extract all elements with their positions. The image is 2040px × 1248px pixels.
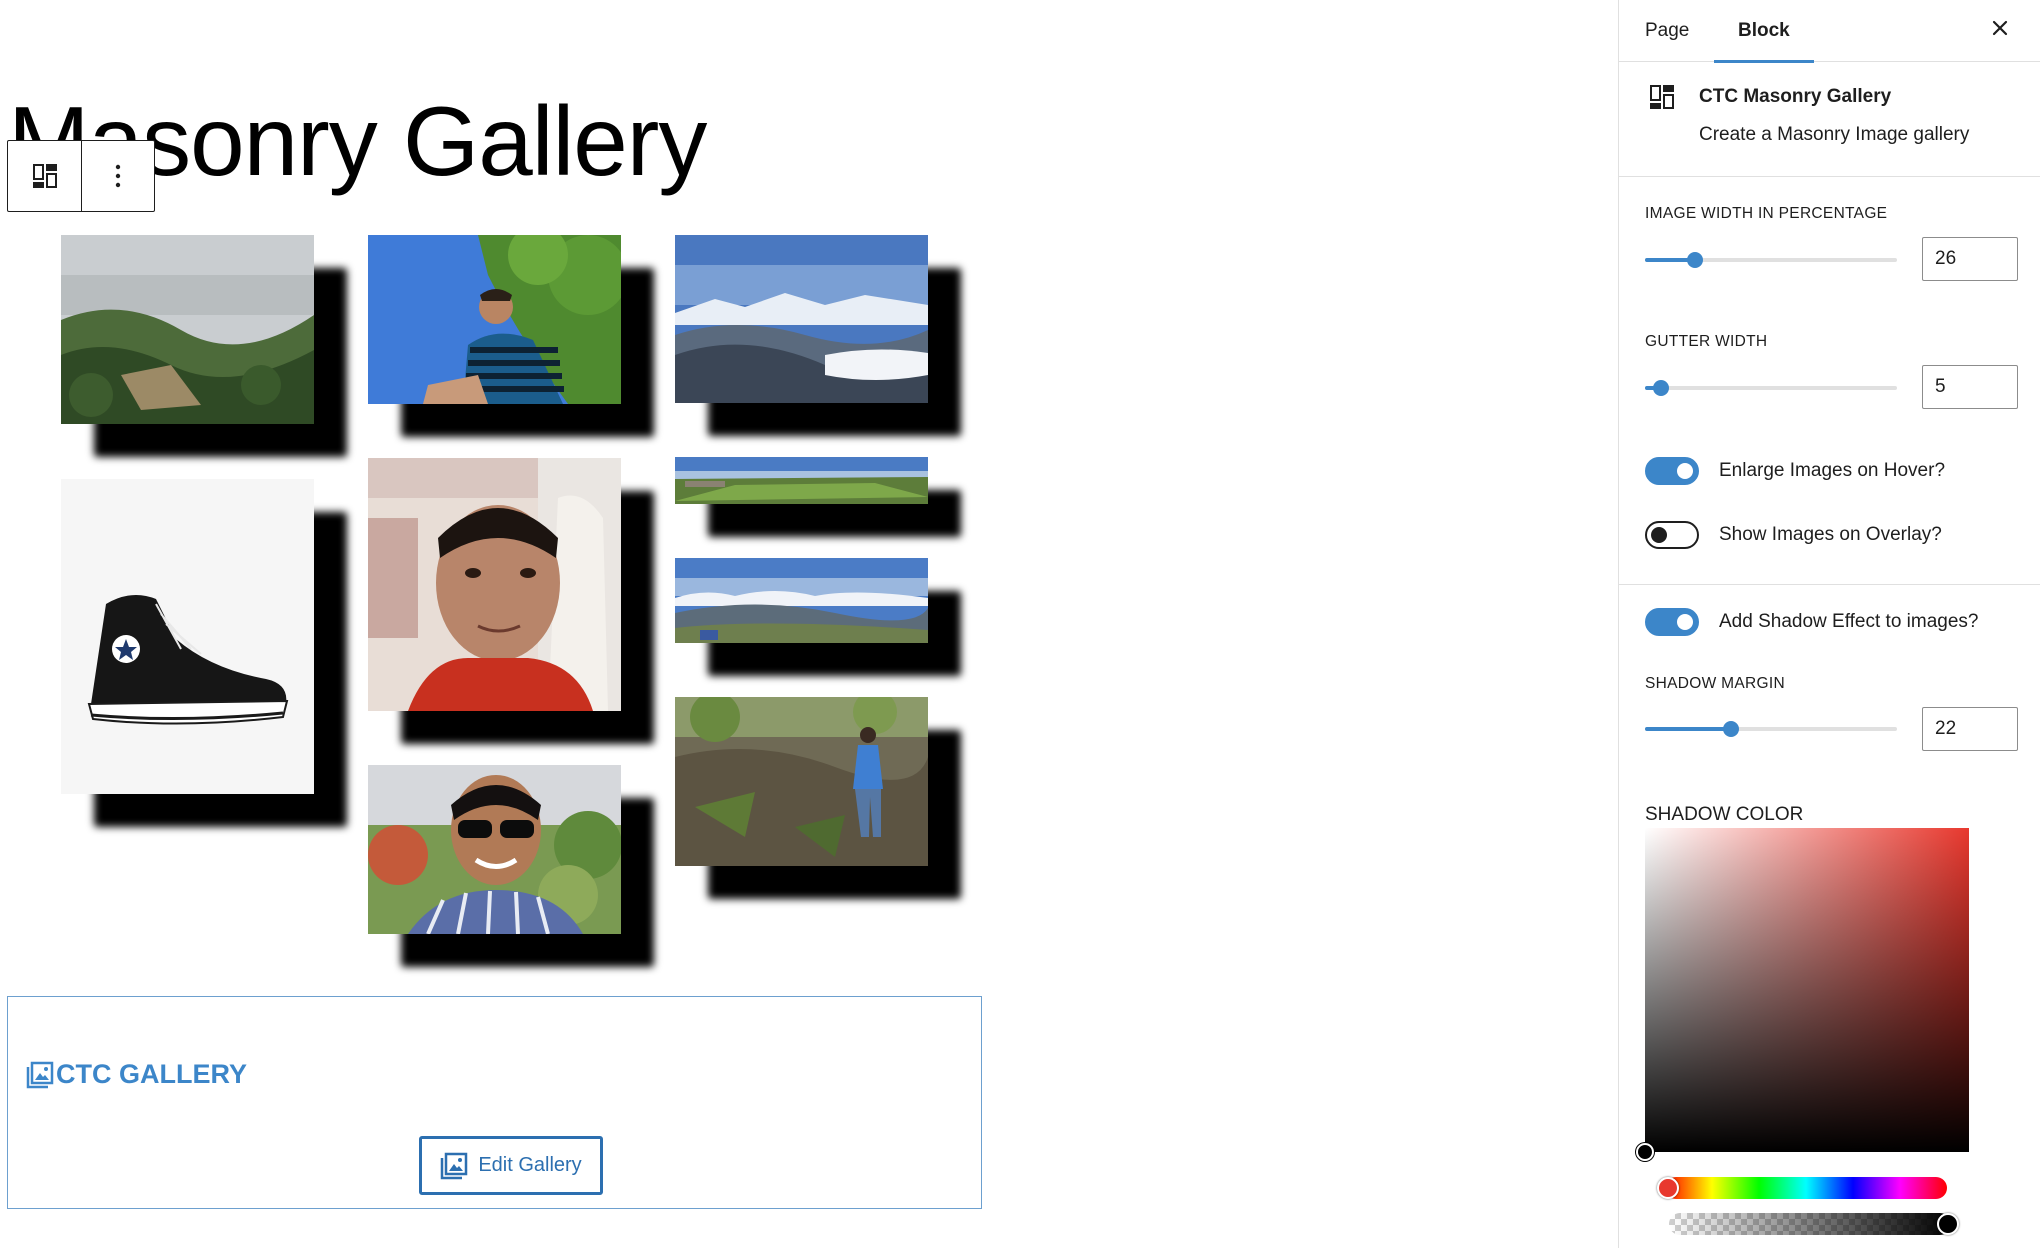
shadow-color-label: SHADOW COLOR [1645, 804, 1804, 825]
gutter-width-input[interactable] [1922, 365, 2018, 409]
toggle-switch[interactable] [1645, 521, 1699, 549]
gallery-item[interactable] [675, 697, 961, 899]
color-picker-thumb[interactable] [1636, 1143, 1654, 1161]
alpha-slider-thumb[interactable] [1937, 1213, 1959, 1235]
gallery-image-sneaker[interactable] [61, 479, 314, 794]
gallery-image-snow-mountains[interactable] [675, 235, 928, 403]
block-type-button[interactable] [8, 141, 81, 211]
gallery-item[interactable] [61, 479, 347, 827]
alpha-slider[interactable] [1669, 1213, 1959, 1235]
gallery-item[interactable] [675, 457, 961, 537]
block-card-title: CTC Masonry Gallery [1699, 86, 1892, 107]
block-options-button[interactable] [81, 141, 154, 211]
image-width-input[interactable] [1922, 237, 2018, 281]
enlarge-on-hover-toggle[interactable]: Enlarge Images on Hover? [1645, 457, 1945, 485]
block-card-description: Create a Masonry Image gallery [1699, 124, 1970, 145]
image-width-slider[interactable] [1645, 245, 1897, 275]
masonry-grid-icon [1650, 85, 1674, 109]
gallery-item[interactable] [368, 458, 654, 744]
gallery-image-panorama-hills[interactable] [675, 558, 928, 643]
slider-thumb[interactable] [1722, 721, 1739, 737]
show-overlay-label: Show Images on Overlay? [1719, 524, 1942, 545]
hue-slider[interactable] [1657, 1177, 1947, 1199]
divider [1619, 584, 2040, 585]
close-icon [1992, 20, 2008, 36]
gallery-item[interactable] [368, 235, 654, 437]
gallery-item[interactable] [368, 765, 654, 967]
gallery-image-selfie[interactable] [368, 458, 621, 711]
editor-canvas: Masonry Gallery CTC GALLERY Edit Gallery [0, 0, 1618, 1248]
slider-thumb[interactable] [1653, 380, 1670, 396]
close-sidebar-button[interactable] [1986, 14, 2014, 42]
gallery-item[interactable] [61, 235, 347, 457]
settings-sidebar: Page Block CTC Masonry Gallery Create a … [1618, 0, 2040, 1248]
gallery-image-man-sunglasses[interactable] [368, 765, 621, 934]
block-toolbar [7, 140, 155, 212]
shadow-effect-label: Add Shadow Effect to images? [1719, 611, 1979, 632]
toggle-switch[interactable] [1645, 457, 1699, 485]
hue-slider-thumb[interactable] [1657, 1177, 1679, 1199]
masonry-grid-icon [32, 164, 57, 188]
enlarge-on-hover-label: Enlarge Images on Hover? [1719, 460, 1946, 481]
gutter-width-label: GUTTER WIDTH [1645, 333, 1768, 350]
gutter-width-slider[interactable] [1645, 373, 1897, 403]
divider [1619, 176, 2040, 177]
edit-gallery-button[interactable]: Edit Gallery [419, 1136, 603, 1195]
image-width-label: IMAGE WIDTH IN PERCENTAGE [1645, 205, 1888, 222]
ctc-gallery-title: CTC GALLERY [56, 1059, 247, 1089]
tab-page[interactable]: Page [1645, 0, 1689, 62]
show-overlay-toggle[interactable]: Show Images on Overlay? [1645, 521, 1942, 549]
edit-gallery-label: Edit Gallery [478, 1154, 582, 1176]
toggle-switch[interactable] [1645, 608, 1699, 636]
gallery-image-forest-hills[interactable] [61, 235, 314, 424]
shadow-margin-label: SHADOW MARGIN [1645, 675, 1785, 692]
slider-thumb[interactable] [1687, 252, 1704, 268]
color-saturation-picker[interactable] [1636, 828, 1969, 1161]
gallery-item[interactable] [675, 558, 961, 676]
gallery-image-man-slope[interactable] [675, 697, 928, 866]
ctc-gallery-heading: CTC GALLERY [26, 1059, 247, 1090]
gallery-icon [441, 1152, 468, 1179]
gallery-icon [26, 1061, 54, 1088]
gallery-item[interactable] [675, 235, 961, 436]
shadow-effect-toggle[interactable]: Add Shadow Effect to images? [1645, 608, 1978, 636]
tab-block[interactable]: Block [1714, 0, 1814, 63]
more-vertical-icon [115, 164, 121, 188]
ctc-gallery-placeholder[interactable]: CTC GALLERY Edit Gallery [7, 996, 982, 1209]
shadow-margin-slider[interactable] [1645, 714, 1897, 744]
sidebar-tabs: Page Block [1619, 0, 2040, 63]
shadow-margin-input[interactable] [1922, 707, 2018, 751]
gallery-image-panorama-valley[interactable] [675, 457, 928, 504]
gallery-image-man-blue-sky[interactable] [368, 235, 621, 404]
